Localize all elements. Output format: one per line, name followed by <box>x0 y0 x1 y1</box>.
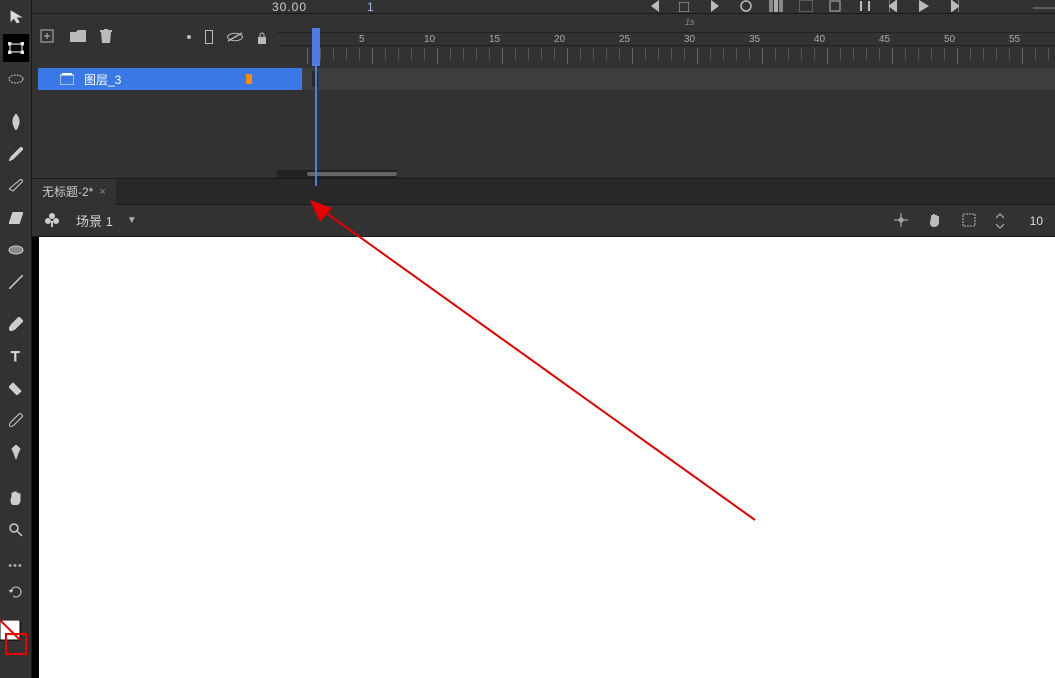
layer-track[interactable] <box>302 68 1055 90</box>
annotation-arrow <box>310 200 760 525</box>
zoom-stepper-icon[interactable] <box>996 213 1012 229</box>
layer-color-swatch[interactable] <box>246 74 252 84</box>
svg-text:T: T <box>11 349 20 363</box>
lasso-tool[interactable] <box>3 66 29 94</box>
loop-icon[interactable] <box>739 0 755 15</box>
new-folder-icon[interactable] <box>70 29 86 45</box>
clip-stage-icon[interactable] <box>962 213 978 229</box>
brush-tool[interactable] <box>3 140 29 168</box>
marker-icon[interactable] <box>829 0 845 15</box>
timeline-ruler[interactable]: 1s 2s 5 10 15 20 25 30 35 40 45 50 55 60 <box>277 14 1055 64</box>
scene-icon[interactable] <box>44 212 62 230</box>
ellipse-tool[interactable] <box>3 236 29 264</box>
prev-icon[interactable] <box>889 0 905 15</box>
tab-close-icon[interactable]: × <box>99 186 105 198</box>
pen-tool[interactable] <box>3 172 29 200</box>
zoom-tool[interactable] <box>3 516 29 544</box>
lock-icon[interactable] <box>257 31 269 43</box>
playhead[interactable] <box>312 28 320 66</box>
tab-title: 无标题-2* <box>42 183 93 200</box>
timeline-panel: 1s 2s 5 10 15 20 25 30 35 40 45 50 55 60… <box>32 14 1055 179</box>
timeline-scrollbar[interactable] <box>277 170 397 178</box>
zoom-control-icon[interactable] <box>1033 0 1049 15</box>
color-swatch[interactable] <box>0 620 32 658</box>
flame-tool[interactable] <box>3 108 29 136</box>
layer-controls <box>32 26 277 48</box>
ruler-frames: 5 10 15 20 25 30 35 40 45 50 55 60 <box>277 32 1055 46</box>
top-menu-bar: 30.00 1 <box>0 0 1055 14</box>
tool-panel: T ••• <box>0 0 32 678</box>
line-tool[interactable] <box>3 268 29 296</box>
eraser-tool[interactable] <box>3 204 29 232</box>
layer-icon <box>60 73 74 85</box>
next-icon[interactable] <box>949 0 965 15</box>
paint-brush-tool[interactable] <box>3 310 29 338</box>
new-layer-icon[interactable] <box>40 29 56 45</box>
pin-tool[interactable] <box>3 438 29 466</box>
scene-label[interactable]: 场景 1 <box>76 211 113 230</box>
text-tool[interactable]: T <box>3 342 29 370</box>
delete-layer-icon[interactable] <box>100 29 116 45</box>
paint-bucket-tool[interactable] <box>3 374 29 402</box>
layer-row[interactable]: 图层_3 <box>38 68 1055 90</box>
more-tools-icon[interactable]: ••• <box>8 560 23 572</box>
step-back-icon[interactable] <box>649 0 665 15</box>
center-stage-icon[interactable] <box>894 213 910 229</box>
layer-name: 图层_3 <box>84 71 121 88</box>
ruler-seconds: 1s 2s <box>277 14 1055 32</box>
bracket-icon[interactable] <box>859 0 875 15</box>
layer-highlight-dot[interactable] <box>187 35 191 39</box>
rotate-stage-icon[interactable] <box>928 213 944 229</box>
visibility-icon[interactable] <box>227 29 243 45</box>
frame-index[interactable]: 1 <box>367 0 374 14</box>
scrollbar-thumb[interactable] <box>307 172 397 176</box>
rotate-icon[interactable] <box>3 578 29 606</box>
play-icon[interactable] <box>919 0 935 15</box>
hand-tool[interactable] <box>3 484 29 512</box>
onion-outline-icon[interactable] <box>799 0 815 15</box>
fps-value[interactable]: 30.00 <box>272 0 307 14</box>
free-transform-tool[interactable] <box>3 34 29 62</box>
scene-dropdown-icon[interactable]: ▼ <box>127 215 137 226</box>
step-forward-icon[interactable] <box>709 0 725 15</box>
stop-icon[interactable] <box>679 0 695 15</box>
layer-name-area[interactable]: 图层_3 <box>38 68 302 90</box>
ruler-ticks <box>277 46 1055 64</box>
layer-outline-icon[interactable] <box>205 30 213 44</box>
document-tab[interactable]: 无标题-2* × <box>32 179 116 205</box>
zoom-value[interactable]: 10 <box>1030 214 1043 228</box>
eyedropper-tool[interactable] <box>3 406 29 434</box>
onion-icon[interactable] <box>769 0 785 15</box>
selection-tool[interactable] <box>3 2 29 30</box>
